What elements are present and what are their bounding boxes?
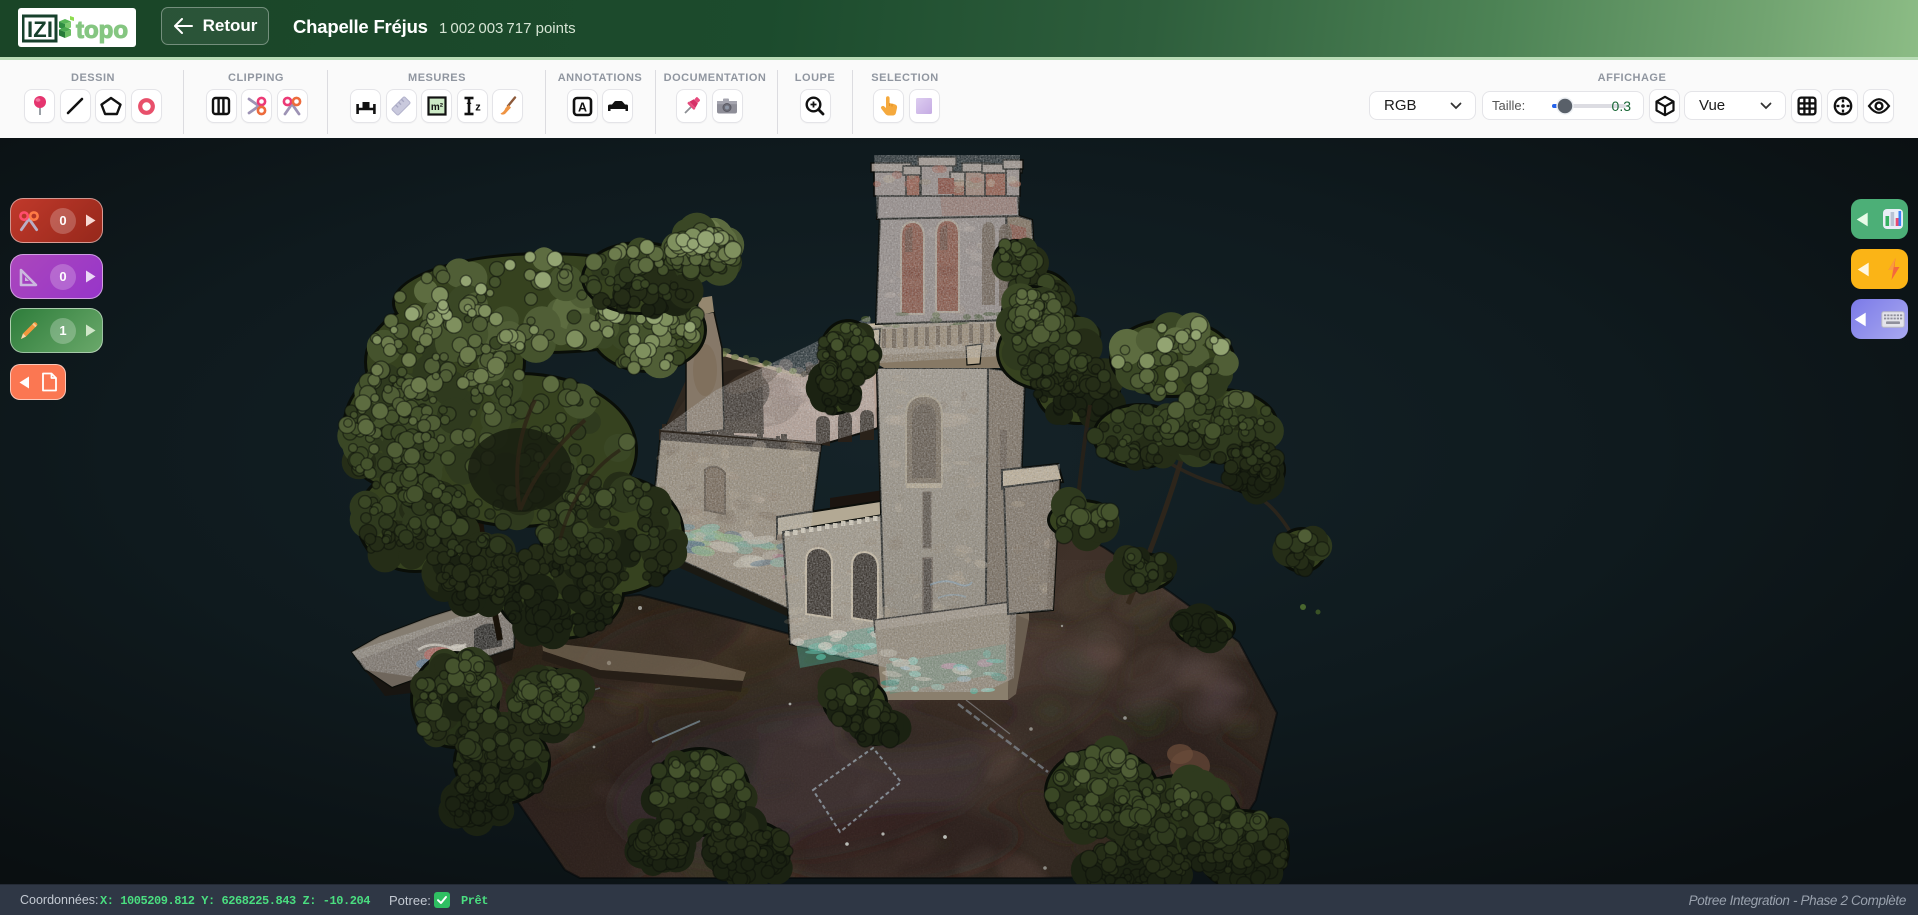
svg-text:IZI: IZI — [27, 17, 53, 42]
svg-text:A: A — [577, 100, 586, 114]
svg-text:z: z — [475, 102, 481, 114]
svg-text:m²: m² — [430, 102, 443, 113]
svg-text:topo: topo — [76, 17, 128, 44]
